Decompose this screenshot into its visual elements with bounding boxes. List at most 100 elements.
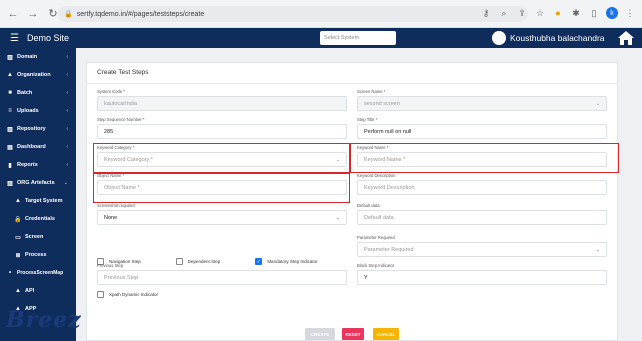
home-icon[interactable] <box>617 30 635 46</box>
zoom-icon[interactable]: ⌕ <box>498 7 510 19</box>
sidebar-item-org-artefacts[interactable]: ▥ ORG Artefacts ⌄ <box>0 174 76 192</box>
highlight-keyword-name <box>350 143 619 173</box>
sidebar: ▥ Domain ‹ ▲ Organization ‹ ■ Batch ‹ ≡ Uploads… <box>0 48 76 341</box>
filter-icon: ≡ <box>8 108 12 114</box>
step-sequence-label: Step Sequence Number * <box>97 117 145 122</box>
previous-step-field: Previous Step Previous Step <box>97 263 347 285</box>
bullet-icon: • <box>8 270 12 276</box>
breez-logo: Breez <box>6 307 82 333</box>
sidebar-item-dashboard[interactable]: ▤ Dashboard ‹ <box>0 138 76 156</box>
back-icon[interactable]: ← <box>6 7 20 21</box>
url-text: sertfy.tqdemo.in/#/pages/teststeps/creat… <box>76 10 205 18</box>
sidebar-item-api[interactable]: ▲ API <box>0 282 76 300</box>
highlight-keyword-category <box>93 143 350 173</box>
lock-icon: 🔒 <box>64 11 73 18</box>
sidebar-item-credentials[interactable]: 🔒 Credentials <box>0 210 76 228</box>
system-code-label: System Code * <box>97 89 125 94</box>
cancel-button[interactable]: CANCEL <box>373 328 399 340</box>
user-name[interactable]: Kousthubha balachandra <box>510 31 605 45</box>
chevron-down-icon: ⌄ <box>63 180 68 186</box>
xpath-dynamic-checkbox[interactable] <box>97 291 104 298</box>
browser-toolbar: ← → ↻ 🔒 sertfy.tqdemo.in/#/pages/testste… <box>0 0 642 28</box>
address-bar[interactable]: 🔒 sertfy.tqdemo.in/#/pages/teststeps/cre… <box>58 6 528 22</box>
sidebar-item-processscreenmap[interactable]: • ProcessScreenMap <box>0 264 76 282</box>
screenshot-required-select[interactable]: None ⌄ <box>97 210 347 225</box>
highlight-object-name <box>93 173 350 203</box>
xpath-dynamic-label: Xpath Dynamic Indicator <box>109 292 159 297</box>
screen-name-field: Screen Name * second screen ⌄ <box>357 89 607 111</box>
chevron-left-icon: ‹ <box>66 144 68 150</box>
user-avatar[interactable] <box>492 31 506 45</box>
previous-step-input[interactable]: Previous Step <box>97 270 347 285</box>
divider <box>87 83 617 84</box>
app-header: ☰ Demo Site Select System Kousthubha bal… <box>0 28 642 48</box>
puzzle-icon[interactable]: ✱ <box>570 7 582 19</box>
chevron-down-icon: ⌄ <box>595 100 600 107</box>
screen-name-select: second screen ⌄ <box>357 96 607 111</box>
forward-icon[interactable]: → <box>26 7 40 21</box>
parameter-required-field: Parameter Required Parameter Required ⌄ <box>357 235 607 257</box>
previous-step-label: Previous Step <box>97 263 124 268</box>
folder-icon: ■ <box>8 90 12 96</box>
sidebar-item-repository[interactable]: ▥ Repository ‹ <box>0 120 76 138</box>
app-title: Demo Site <box>26 33 69 43</box>
chevron-down-icon: ⌄ <box>595 246 600 253</box>
sidepanel-icon[interactable]: ▯ <box>588 7 600 19</box>
screenshot-required-field: Screenshot required None ⌄ <box>97 203 347 225</box>
parameter-required-select[interactable]: Parameter Required ⌄ <box>357 242 607 257</box>
profile-avatar[interactable]: k <box>606 7 618 19</box>
system-code-field: System Code * kautocarIndia <box>97 89 347 111</box>
graduation-cap-icon: ▲ <box>15 288 21 294</box>
key-icon[interactable]: ⚷ <box>480 7 492 19</box>
block-step-input[interactable]: Y <box>357 270 607 285</box>
dashboard-icon: ▤ <box>7 144 13 151</box>
chevron-left-icon: ‹ <box>66 54 68 60</box>
more-icon[interactable]: ⋮ <box>624 7 636 19</box>
system-select[interactable]: Select System <box>320 31 396 45</box>
sidebar-item-screen[interactable]: ▭ Screen <box>0 228 76 246</box>
process-icon: ≣ <box>15 252 21 259</box>
sidebar-item-target-system[interactable]: ▲ Target System <box>0 192 76 210</box>
share-icon[interactable]: ⇪ <box>516 7 528 19</box>
step-title-input[interactable]: Perform null on null <box>357 124 607 139</box>
sidebar-item-organization[interactable]: ▲ Organization ‹ <box>0 66 76 84</box>
bar-chart-icon: ▥ <box>7 54 13 61</box>
graduation-cap-icon: ▲ <box>7 72 13 78</box>
sidebar-item-process[interactable]: ≣ Process <box>0 246 76 264</box>
block-step-label: Block Step Indicator <box>357 263 395 268</box>
default-data-input[interactable]: Default data <box>357 210 607 225</box>
sidebar-item-uploads[interactable]: ≡ Uploads ‹ <box>0 102 76 120</box>
sidebar-item-reports[interactable]: ▮ Reports ‹ <box>0 156 76 174</box>
keyword-description-label: Keyword Description <box>357 173 396 178</box>
chevron-left-icon: ‹ <box>66 90 68 96</box>
step-sequence-field: Step Sequence Number * 285 <box>97 117 347 139</box>
default-data-label: Default data <box>357 203 380 208</box>
chevron-left-icon: ‹ <box>66 108 68 114</box>
bar-chart-icon: ▥ <box>7 180 13 187</box>
sidebar-item-batch[interactable]: ■ Batch ‹ <box>0 84 76 102</box>
screen-name-label: Screen Name * <box>357 89 386 94</box>
star-icon[interactable]: ☆ <box>534 7 546 19</box>
sidebar-item-domain[interactable]: ▥ Domain ‹ <box>0 48 76 66</box>
step-title-label: Step Title * <box>357 117 378 122</box>
default-data-field: Default data Default data <box>357 203 607 225</box>
create-button[interactable]: CREATE <box>305 328 335 340</box>
monitor-icon: ▭ <box>15 234 21 241</box>
chevron-left-icon: ‹ <box>66 162 68 168</box>
block-step-field: Block Step Indicator Y <box>357 263 607 285</box>
page-title: Create Test Steps <box>97 69 149 76</box>
reset-button[interactable]: RESET <box>342 328 364 340</box>
step-sequence-input[interactable]: 285 <box>97 124 347 139</box>
chevron-left-icon: ‹ <box>66 72 68 78</box>
lock-icon: 🔒 <box>14 216 22 223</box>
extension-icon[interactable]: ● <box>552 7 564 19</box>
bar-chart-icon: ▥ <box>7 126 13 133</box>
keyword-description-field: Keyword Description Keyword Description <box>357 173 607 195</box>
hamburger-icon[interactable]: ☰ <box>10 33 19 44</box>
keyword-description-input[interactable]: Keyword Description <box>357 180 607 195</box>
file-icon: ▮ <box>8 162 12 169</box>
system-code-input: kautocarIndia <box>97 96 347 111</box>
chevron-left-icon: ‹ <box>66 126 68 132</box>
graduation-cap-icon: ▲ <box>15 198 21 204</box>
parameter-required-label: Parameter Required <box>357 235 395 240</box>
